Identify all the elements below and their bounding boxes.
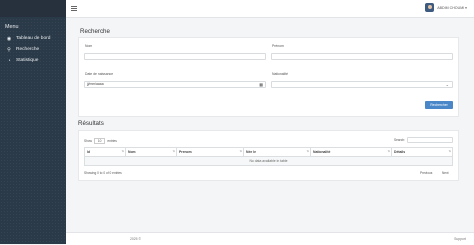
table-row: No data available in table <box>84 156 453 166</box>
table-search-input[interactable] <box>407 137 453 143</box>
next-button[interactable]: Next <box>442 171 449 175</box>
empty-message: No data available in table <box>84 156 453 166</box>
user-name: ABDIM CHOUMI ▾ <box>437 5 467 10</box>
length-control: Show 10 entries <box>84 138 117 144</box>
nationalite-select[interactable]: ⌄ <box>271 81 453 88</box>
calendar-icon[interactable]: ▦ <box>259 82 263 88</box>
entries-select[interactable]: 10 <box>93 138 106 144</box>
sidebar-item-label: Recherche <box>16 47 40 52</box>
nationalite-label: Nationalité <box>272 72 289 76</box>
dob-placeholder: jj/mm/aaaa <box>87 82 104 86</box>
footer-support-link[interactable]: Support <box>454 237 466 241</box>
topbar: ABDIM CHOUMI ▾ <box>66 0 474 18</box>
col-nee-le[interactable]: Née le ⇅ <box>243 147 311 157</box>
dob-label: Date de naissance <box>85 72 114 76</box>
col-nom[interactable]: Nom ⇅ <box>125 147 177 157</box>
nom-input[interactable] <box>84 53 266 60</box>
table-info: Showing 0 to 0 of 0 entries <box>84 171 122 175</box>
prenom-input[interactable] <box>271 53 453 60</box>
col-details[interactable]: Détails ⇅ <box>391 147 453 157</box>
col-nationalite[interactable]: Nationalité ⇅ <box>310 147 392 157</box>
table-header-row: Id ⇅ Nom ⇅ Prenom ⇅ Née le ⇅ Nationalité ⇅ Dé… <box>84 147 453 157</box>
search-title: Recherche <box>80 28 110 35</box>
show-label: Show <box>84 139 92 143</box>
previous-button[interactable]: Previous <box>420 171 432 175</box>
col-id[interactable]: Id ⇅ <box>84 147 126 157</box>
results-table: Id ⇅ Nom ⇅ Prenom ⇅ Née le ⇅ Nationalité ⇅ Dé… <box>84 147 453 166</box>
entries-label: entries <box>107 139 117 143</box>
dashboard-icon: ◉ <box>6 35 12 42</box>
prenom-label: Prénom <box>272 44 284 48</box>
menu-title: Menu <box>5 24 19 30</box>
search-card <box>78 37 459 117</box>
table-search-label: Search: <box>394 138 405 142</box>
sidebar-item-label: Tableau de bord <box>16 36 51 41</box>
avatar <box>425 3 435 12</box>
sidebar-item-dashboard[interactable]: ◉ Tableau de bord <box>0 33 66 44</box>
footer-copyright: 2025 © <box>130 237 141 241</box>
sidebar-item-recherche[interactable]: ⚲ Recherche <box>0 44 66 55</box>
rechercher-button[interactable]: Rechercher <box>425 101 453 109</box>
brand-bar <box>0 0 66 17</box>
dob-input[interactable]: jj/mm/aaaa ▦ <box>84 81 266 88</box>
results-title: Résultats <box>78 120 104 127</box>
nom-label: Nom <box>85 44 93 48</box>
sidebar-item-label: Statistique <box>16 58 39 63</box>
chevron-down-icon: ⌄ <box>445 82 449 87</box>
sidebar: Menu ◉ Tableau de bord ⚲ Recherche ◔ Sta… <box>0 0 66 244</box>
col-prenom[interactable]: Prenom ⇅ <box>176 147 244 157</box>
menu-toggle-icon[interactable] <box>71 6 77 11</box>
sidebar-item-statistique[interactable]: ◔ Statistique <box>0 55 66 66</box>
user-menu[interactable]: ABDIM CHOUMI ▾ <box>425 3 467 12</box>
search-icon: ⚲ <box>7 46 11 53</box>
stats-icon: ◔ <box>7 57 11 64</box>
footer: 2025 © Support <box>66 232 474 245</box>
